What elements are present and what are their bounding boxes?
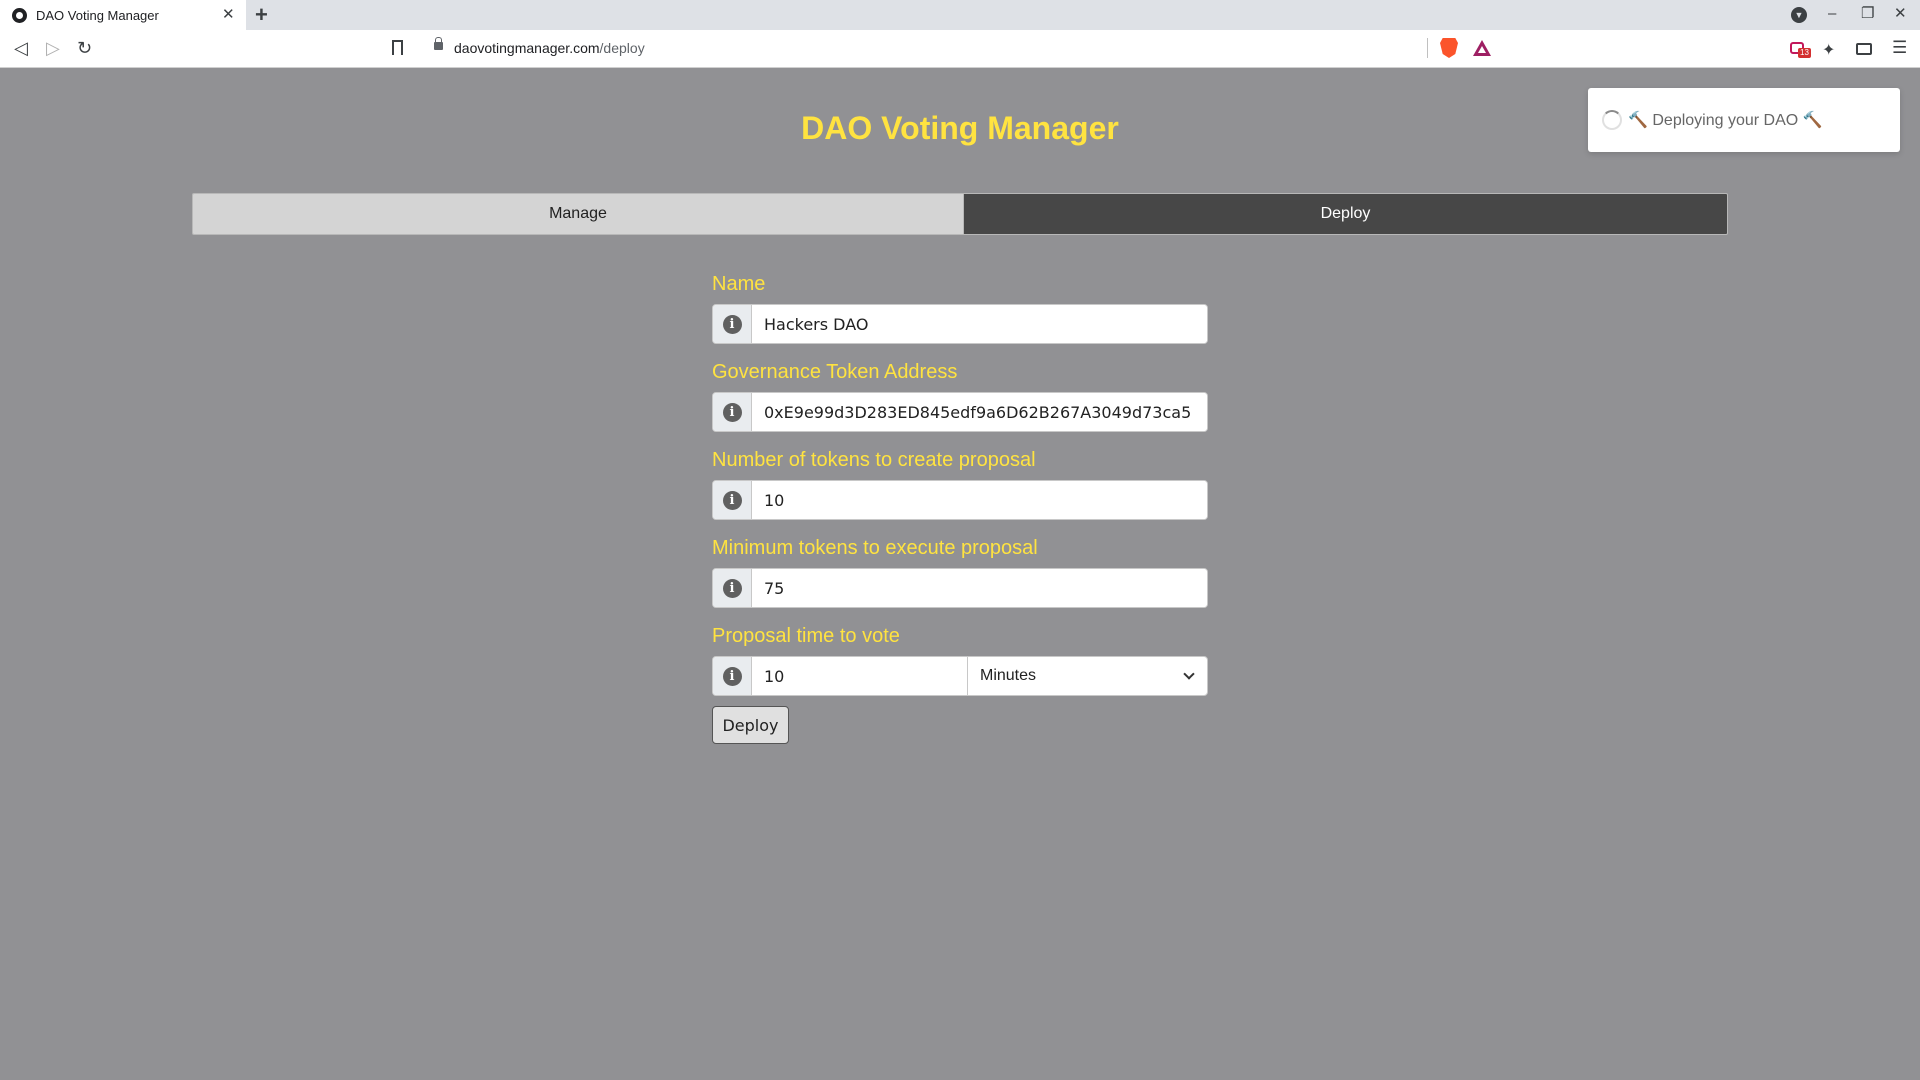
min-tokens-execute-info-button[interactable]: i <box>713 569 752 607</box>
toast-message: 🔨 Deploying your DAO 🔨 <box>1628 112 1823 129</box>
token-address-label: Governance Token Address <box>712 361 958 383</box>
min-tokens-execute-label: Minimum tokens to execute proposal <box>712 537 1038 559</box>
info-icon: i <box>722 402 742 422</box>
tab-manage[interactable]: Manage <box>192 193 963 235</box>
back-icon[interactable]: ◁ <box>14 37 28 59</box>
tab-search-icon[interactable]: ▼ <box>1791 7 1807 23</box>
menu-icon[interactable]: ☰ <box>1892 39 1910 58</box>
extensions-puzzle-icon[interactable]: ✦ <box>1822 40 1840 59</box>
time-unit-value: Minutes <box>980 667 1037 684</box>
info-icon: i <box>722 490 742 510</box>
minimize-icon[interactable]: ‒ <box>1828 4 1836 24</box>
browser-toolbar: ◁ ▷ ↻ daovotingmanager.com/deploy <box>0 30 1920 68</box>
info-icon: i <box>722 666 742 686</box>
forward-icon[interactable]: ▷ <box>46 37 60 59</box>
bookmark-icon[interactable] <box>392 40 403 55</box>
tokens-to-create-label: Number of tokens to create proposal <box>712 449 1036 471</box>
min-tokens-execute-input-group: i <box>712 568 1208 608</box>
wallet-icon[interactable] <box>1856 43 1872 55</box>
browser-tab-title: DAO Voting Manager <box>36 8 159 23</box>
tokens-to-create-input[interactable] <box>752 481 1207 519</box>
time-to-vote-input[interactable] <box>752 657 968 695</box>
dao-favicon-icon <box>12 8 27 23</box>
token-address-input[interactable] <box>752 393 1207 431</box>
browser-tab[interactable]: DAO Voting Manager ✕ <box>0 0 246 30</box>
info-icon: i <box>722 314 742 334</box>
deploy-toast: 🔨 Deploying your DAO 🔨 <box>1588 88 1900 152</box>
extension-badge: 13 <box>1798 48 1811 58</box>
time-unit-select[interactable]: Minutes <box>968 657 1207 695</box>
name-label: Name <box>712 273 766 295</box>
lock-icon <box>434 37 443 50</box>
extension-icon[interactable]: 13 <box>1790 40 1811 58</box>
tokens-to-create-input-group: i <box>712 480 1208 520</box>
name-info-button[interactable]: i <box>713 305 752 343</box>
min-tokens-execute-input[interactable] <box>752 569 1207 607</box>
url-text: daovotingmanager.com/deploy <box>454 40 645 56</box>
tab-deploy[interactable]: Deploy <box>963 193 1728 235</box>
token-address-input-group: i <box>712 392 1208 432</box>
name-input-group: i <box>712 304 1208 344</box>
time-to-vote-input-group: i Minutes <box>712 656 1208 696</box>
reload-icon[interactable]: ↻ <box>77 37 92 59</box>
mode-tabs: Manage Deploy <box>192 193 1728 235</box>
time-to-vote-info-button[interactable]: i <box>713 657 752 695</box>
omnibox-divider <box>1427 38 1428 58</box>
new-tab-icon[interactable]: + <box>255 3 268 27</box>
info-icon: i <box>722 578 742 598</box>
url-host: daovotingmanager.com <box>454 40 600 56</box>
address-bar[interactable]: daovotingmanager.com/deploy <box>420 34 1500 62</box>
time-to-vote-label: Proposal time to vote <box>712 625 900 647</box>
spinner-icon <box>1602 110 1622 130</box>
browser-tabstrip: DAO Voting Manager ✕ + ▼ ‒ ❐ ✕ <box>0 0 1920 30</box>
window-close-icon[interactable]: ✕ <box>1894 4 1907 24</box>
chevron-down-icon <box>1183 668 1195 680</box>
deploy-button[interactable]: Deploy <box>712 706 789 744</box>
tokens-to-create-info-button[interactable]: i <box>713 481 752 519</box>
url-path: /deploy <box>599 40 645 56</box>
token-address-info-button[interactable]: i <box>713 393 752 431</box>
restore-icon[interactable]: ❐ <box>1861 4 1874 24</box>
brave-rewards-icon[interactable] <box>1473 40 1491 56</box>
name-input[interactable] <box>752 305 1207 343</box>
tab-close-icon[interactable]: ✕ <box>222 6 235 24</box>
deploy-form: Name i Governance Token Address i Number… <box>712 266 1208 744</box>
